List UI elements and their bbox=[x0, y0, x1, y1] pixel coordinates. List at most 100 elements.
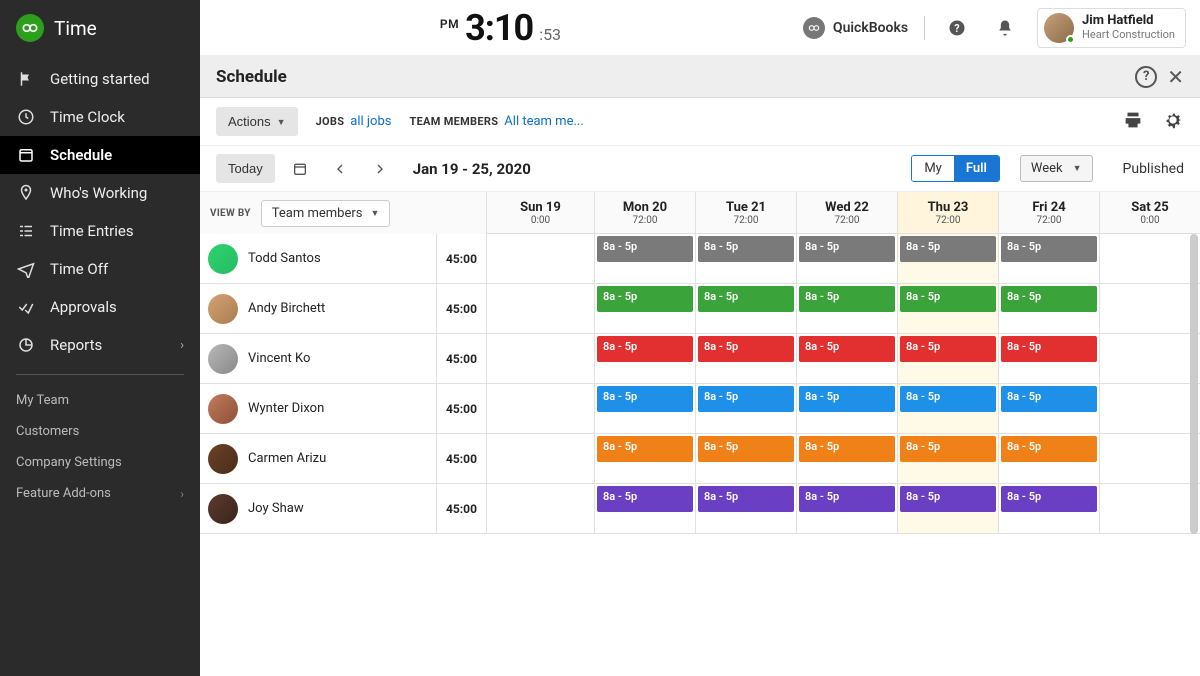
shift-block[interactable]: 8a - 5p bbox=[900, 386, 996, 412]
schedule-cell-sun[interactable] bbox=[486, 484, 594, 533]
next-button[interactable] bbox=[365, 154, 395, 184]
schedule-cell-tue[interactable]: 8a - 5p bbox=[695, 484, 796, 533]
shift-block[interactable]: 8a - 5p bbox=[1001, 386, 1097, 412]
schedule-cell-mon[interactable]: 8a - 5p bbox=[594, 434, 695, 483]
nav-my-team[interactable]: My Team bbox=[0, 385, 200, 416]
schedule-cell-sun[interactable] bbox=[486, 234, 594, 283]
shift-block[interactable]: 8a - 5p bbox=[698, 386, 794, 412]
help-button[interactable]: ? bbox=[941, 12, 973, 44]
shift-block[interactable]: 8a - 5p bbox=[597, 336, 693, 362]
settings-button[interactable] bbox=[1162, 109, 1184, 135]
day-header-wed[interactable]: Wed 2272:00 bbox=[796, 192, 897, 233]
shift-block[interactable]: 8a - 5p bbox=[799, 436, 895, 462]
shift-block[interactable]: 8a - 5p bbox=[799, 236, 895, 262]
scrollbar[interactable] bbox=[1190, 234, 1198, 534]
nav-reports[interactable]: Reports› bbox=[0, 326, 200, 364]
shift-block[interactable]: 8a - 5p bbox=[900, 286, 996, 312]
user-menu[interactable]: Jim Hatfield Heart Construction bbox=[1037, 8, 1186, 48]
shift-block[interactable]: 8a - 5p bbox=[597, 286, 693, 312]
schedule-cell-fri[interactable]: 8a - 5p bbox=[998, 284, 1099, 333]
nav-company-settings[interactable]: Company Settings bbox=[0, 447, 200, 478]
nav-getting-started[interactable]: Getting started bbox=[0, 60, 200, 98]
shift-block[interactable]: 8a - 5p bbox=[900, 336, 996, 362]
schedule-cell-wed[interactable]: 8a - 5p bbox=[796, 434, 897, 483]
schedule-cell-thu[interactable]: 8a - 5p bbox=[897, 484, 998, 533]
shift-block[interactable]: 8a - 5p bbox=[900, 436, 996, 462]
schedule-cell-mon[interactable]: 8a - 5p bbox=[594, 384, 695, 433]
shift-block[interactable]: 8a - 5p bbox=[698, 336, 794, 362]
schedule-cell-mon[interactable]: 8a - 5p bbox=[594, 234, 695, 283]
nav-approvals[interactable]: Approvals bbox=[0, 288, 200, 326]
schedule-cell-sun[interactable] bbox=[486, 384, 594, 433]
employee-cell[interactable]: Todd Santos bbox=[200, 234, 436, 283]
day-header-fri[interactable]: Fri 2472:00 bbox=[998, 192, 1099, 233]
shift-block[interactable]: 8a - 5p bbox=[900, 236, 996, 262]
schedule-cell-wed[interactable]: 8a - 5p bbox=[796, 384, 897, 433]
members-filter[interactable]: All team me... bbox=[504, 114, 583, 129]
brand[interactable]: Time bbox=[0, 0, 200, 60]
schedule-cell-fri[interactable]: 8a - 5p bbox=[998, 234, 1099, 283]
shift-block[interactable]: 8a - 5p bbox=[698, 486, 794, 512]
schedule-cell-wed[interactable]: 8a - 5p bbox=[796, 234, 897, 283]
shift-block[interactable]: 8a - 5p bbox=[900, 486, 996, 512]
shift-block[interactable]: 8a - 5p bbox=[698, 436, 794, 462]
calendar-picker-button[interactable] bbox=[285, 154, 315, 184]
shift-block[interactable]: 8a - 5p bbox=[597, 386, 693, 412]
employee-cell[interactable]: Carmen Arizu bbox=[200, 434, 436, 483]
schedule-cell-thu[interactable]: 8a - 5p bbox=[897, 334, 998, 383]
shift-block[interactable]: 8a - 5p bbox=[1001, 336, 1097, 362]
day-header-mon[interactable]: Mon 2072:00 bbox=[594, 192, 695, 233]
nav-customers[interactable]: Customers bbox=[0, 416, 200, 447]
schedule-cell-thu[interactable]: 8a - 5p bbox=[897, 284, 998, 333]
schedule-cell-fri[interactable]: 8a - 5p bbox=[998, 484, 1099, 533]
jobs-filter[interactable]: all jobs bbox=[350, 114, 391, 129]
period-select[interactable]: Week ▼ bbox=[1020, 155, 1093, 182]
nav-whos-working[interactable]: Who's Working bbox=[0, 174, 200, 212]
schedule-cell-wed[interactable]: 8a - 5p bbox=[796, 484, 897, 533]
employee-cell[interactable]: Joy Shaw bbox=[200, 484, 436, 533]
nav-schedule[interactable]: Schedule bbox=[0, 136, 200, 174]
schedule-cell-sat[interactable] bbox=[1099, 234, 1200, 283]
close-button[interactable]: ✕ bbox=[1167, 65, 1184, 89]
schedule-cell-thu[interactable]: 8a - 5p bbox=[897, 234, 998, 283]
schedule-cell-mon[interactable]: 8a - 5p bbox=[594, 484, 695, 533]
schedule-cell-mon[interactable]: 8a - 5p bbox=[594, 334, 695, 383]
viewby-select[interactable]: Team members ▼ bbox=[261, 200, 391, 227]
actions-button[interactable]: Actions▼ bbox=[216, 107, 298, 136]
shift-block[interactable]: 8a - 5p bbox=[1001, 236, 1097, 262]
shift-block[interactable]: 8a - 5p bbox=[597, 486, 693, 512]
schedule-cell-tue[interactable]: 8a - 5p bbox=[695, 234, 796, 283]
schedule-cell-mon[interactable]: 8a - 5p bbox=[594, 284, 695, 333]
schedule-cell-tue[interactable]: 8a - 5p bbox=[695, 334, 796, 383]
shift-block[interactable]: 8a - 5p bbox=[597, 236, 693, 262]
schedule-cell-sat[interactable] bbox=[1099, 434, 1200, 483]
notifications-button[interactable] bbox=[989, 12, 1021, 44]
scope-my[interactable]: My bbox=[912, 156, 954, 181]
schedule-cell-thu[interactable]: 8a - 5p bbox=[897, 434, 998, 483]
page-help-button[interactable]: ? bbox=[1135, 66, 1157, 88]
nav-time-off[interactable]: Time Off bbox=[0, 250, 200, 288]
schedule-cell-tue[interactable]: 8a - 5p bbox=[695, 434, 796, 483]
schedule-cell-sat[interactable] bbox=[1099, 334, 1200, 383]
shift-block[interactable]: 8a - 5p bbox=[1001, 486, 1097, 512]
shift-block[interactable]: 8a - 5p bbox=[597, 436, 693, 462]
schedule-cell-sat[interactable] bbox=[1099, 484, 1200, 533]
shift-block[interactable]: 8a - 5p bbox=[799, 486, 895, 512]
day-header-thu[interactable]: Thu 2372:00 bbox=[897, 192, 998, 233]
schedule-cell-tue[interactable]: 8a - 5p bbox=[695, 384, 796, 433]
shift-block[interactable]: 8a - 5p bbox=[799, 386, 895, 412]
shift-block[interactable]: 8a - 5p bbox=[698, 286, 794, 312]
prev-button[interactable] bbox=[325, 154, 355, 184]
shift-block[interactable]: 8a - 5p bbox=[799, 336, 895, 362]
quickbooks-link[interactable]: QuickBooks bbox=[803, 17, 908, 39]
schedule-cell-sun[interactable] bbox=[486, 284, 594, 333]
scope-full[interactable]: Full bbox=[954, 156, 999, 181]
schedule-cell-sun[interactable] bbox=[486, 434, 594, 483]
schedule-cell-wed[interactable]: 8a - 5p bbox=[796, 334, 897, 383]
employee-cell[interactable]: Vincent Ko bbox=[200, 334, 436, 383]
today-button[interactable]: Today bbox=[216, 154, 275, 183]
shift-block[interactable]: 8a - 5p bbox=[1001, 436, 1097, 462]
schedule-cell-wed[interactable]: 8a - 5p bbox=[796, 284, 897, 333]
schedule-cell-fri[interactable]: 8a - 5p bbox=[998, 384, 1099, 433]
shift-block[interactable]: 8a - 5p bbox=[698, 236, 794, 262]
